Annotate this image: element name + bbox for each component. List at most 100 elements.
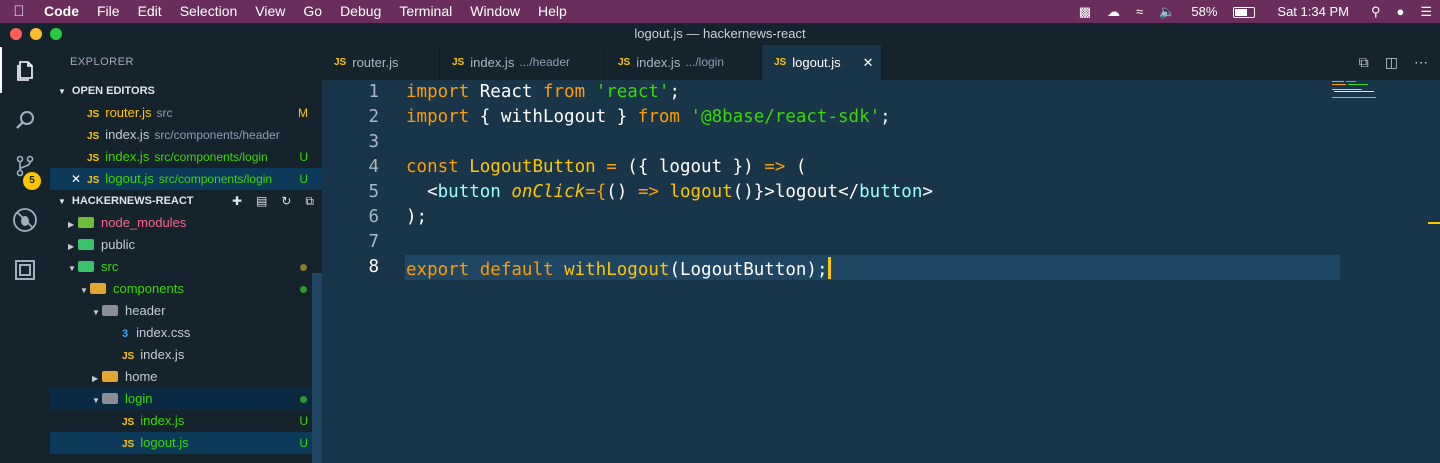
- menu-help[interactable]: Help: [529, 0, 576, 23]
- tab-login-index-js[interactable]: JS index.js .../login: [606, 45, 762, 80]
- text-cursor: [827, 257, 831, 279]
- menu-edit[interactable]: Edit: [129, 0, 171, 23]
- notification-center-icon[interactable]: ☰: [1412, 4, 1440, 20]
- node-folder-icon: [78, 217, 94, 228]
- more-actions-icon[interactable]: ⋯: [1414, 54, 1428, 71]
- siri-icon[interactable]: ●: [1388, 4, 1412, 19]
- window-titlebar: logout.js — hackernews-react: [0, 23, 1440, 45]
- menu-app[interactable]: Code: [38, 0, 88, 23]
- tree-src[interactable]: ▼ src: [50, 256, 322, 278]
- docker-icon[interactable]: ▩: [1071, 4, 1099, 20]
- menu-selection[interactable]: Selection: [171, 0, 247, 23]
- chevron-down-icon: ▼: [58, 197, 66, 206]
- close-window-button[interactable]: [10, 28, 22, 40]
- mac-menubar:  Code File Edit Selection View Go Debug…: [0, 0, 1440, 23]
- battery-icon[interactable]: [1225, 4, 1263, 19]
- minimize-window-button[interactable]: [30, 28, 42, 40]
- tab-logout-js[interactable]: JS logout.js ✕: [762, 45, 882, 80]
- project-actions: ✚ ▤ ↻ ⧉: [232, 190, 314, 212]
- sidebar-scrollbar[interactable]: [312, 273, 322, 463]
- tree-components[interactable]: ▼ components: [50, 278, 322, 300]
- js-file-icon: JS: [774, 57, 787, 68]
- volume-icon[interactable]: 🔈: [1151, 4, 1183, 20]
- menu-window[interactable]: Window: [461, 0, 529, 23]
- tree-logout-js[interactable]: JS logout.js U: [50, 432, 322, 454]
- editor-tabs: JS router.js JS index.js .../header JS index…: [322, 45, 1440, 80]
- open-editor-logout[interactable]: ✕ JS logout.js src/components/login U: [50, 168, 322, 190]
- line-number: 6: [368, 207, 379, 227]
- split-editor-icon[interactable]: ◫: [1385, 54, 1398, 71]
- menu-view[interactable]: View: [246, 0, 294, 23]
- css-file-icon: 3: [122, 328, 129, 340]
- line-number: 5: [368, 182, 379, 202]
- untracked-dot: [300, 396, 307, 403]
- code-line-8: export default withLogout(LogoutButton);: [406, 257, 831, 280]
- public-folder-icon: [78, 239, 94, 250]
- extensions-icon[interactable]: [0, 247, 50, 293]
- collapse-all-icon[interactable]: ⧉: [305, 190, 314, 212]
- open-editor-router[interactable]: JS router.js src M: [50, 102, 322, 124]
- clock[interactable]: Sat 1:34 PM: [1263, 4, 1363, 19]
- menu-debug[interactable]: Debug: [331, 0, 390, 23]
- open-editor-login-index[interactable]: JS index.js src/components/login U: [50, 146, 322, 168]
- code-line-4: const LogoutButton = ({ logout }) => (: [406, 157, 807, 177]
- js-file-icon: JS: [618, 57, 631, 68]
- project-header[interactable]: ▼ HACKERNEWS-REACT ✚ ▤ ↻ ⧉: [50, 190, 322, 212]
- js-file-icon: JS: [87, 175, 100, 186]
- menu-terminal[interactable]: Terminal: [390, 0, 461, 23]
- close-icon[interactable]: ✕: [71, 172, 81, 186]
- chevron-down-icon: ▼: [68, 264, 76, 273]
- modified-dot: [300, 264, 307, 271]
- new-folder-icon[interactable]: ▤: [256, 190, 267, 212]
- js-file-icon: JS: [334, 57, 347, 68]
- src-folder-icon: [78, 261, 94, 272]
- tree-index-css[interactable]: 3 index.css: [50, 322, 322, 344]
- chevron-down-icon: ▼: [92, 396, 100, 405]
- tab-header-index-js[interactable]: JS index.js .../header: [440, 45, 606, 80]
- tab-router-js[interactable]: JS router.js: [322, 45, 440, 80]
- tree-login[interactable]: ▼ login: [50, 388, 322, 410]
- open-editors-header[interactable]: ▼ OPEN EDITORS: [50, 80, 322, 102]
- code-line-2: import { withLogout } from '@8base/react…: [406, 107, 891, 127]
- spotlight-icon[interactable]: ⚲: [1363, 4, 1389, 20]
- battery-percent: 58%: [1191, 4, 1218, 19]
- wifi-icon[interactable]: ≈: [1128, 4, 1151, 19]
- refresh-icon[interactable]: ↻: [281, 190, 291, 212]
- zoom-window-button[interactable]: [50, 28, 62, 40]
- chevron-right-icon: ▶: [92, 374, 99, 383]
- tree-node-modules[interactable]: ▶ node_modules: [50, 212, 322, 234]
- explorer-icon[interactable]: [0, 47, 50, 93]
- explorer-sidebar: EXPLORER ▼ OPEN EDITORS JS router.js src M …: [50, 45, 322, 463]
- activity-bar: 5: [0, 45, 50, 463]
- line-number: 2: [368, 107, 379, 127]
- chevron-down-icon: ▼: [80, 286, 88, 295]
- line-number: 4: [368, 157, 379, 177]
- tree-header-index-js[interactable]: JS index.js: [50, 344, 322, 366]
- menu-file[interactable]: File: [88, 0, 129, 23]
- line-number: 1: [368, 82, 379, 102]
- editor-actions: ⧉ ◫ ⋯: [1359, 45, 1428, 80]
- tree-login-index-js[interactable]: JS index.js U: [50, 410, 322, 432]
- debug-icon[interactable]: [0, 197, 50, 243]
- minimap[interactable]: [1332, 80, 1392, 100]
- code-line-5: <button onClick={() => logout()}>logout<…: [427, 182, 933, 202]
- search-icon[interactable]: [0, 97, 50, 143]
- open-changes-icon[interactable]: ⧉: [1359, 54, 1369, 71]
- code-editor[interactable]: 1 2 3 4 5 6 7 8 import React from 'react…: [322, 80, 1440, 463]
- open-editor-header-index[interactable]: JS index.js src/components/header: [50, 124, 322, 146]
- menu-go[interactable]: Go: [294, 0, 331, 23]
- tree-home[interactable]: ▶ home: [50, 366, 322, 388]
- chevron-down-icon: ▼: [58, 87, 66, 96]
- tree-public[interactable]: ▶ public: [50, 234, 322, 256]
- line-number: 3: [368, 132, 379, 152]
- js-file-icon: JS: [87, 109, 100, 120]
- js-file-icon: JS: [87, 131, 100, 142]
- home-folder-icon: [102, 371, 118, 382]
- apple-icon[interactable]: : [0, 3, 38, 20]
- close-tab-icon[interactable]: ✕: [863, 45, 874, 80]
- tree-header[interactable]: ▼ header: [50, 300, 322, 322]
- cloud-icon[interactable]: ☁: [1099, 4, 1128, 20]
- chevron-down-icon: ▼: [92, 308, 100, 317]
- code-line-6: );: [406, 207, 428, 227]
- new-file-icon[interactable]: ✚: [232, 190, 242, 212]
